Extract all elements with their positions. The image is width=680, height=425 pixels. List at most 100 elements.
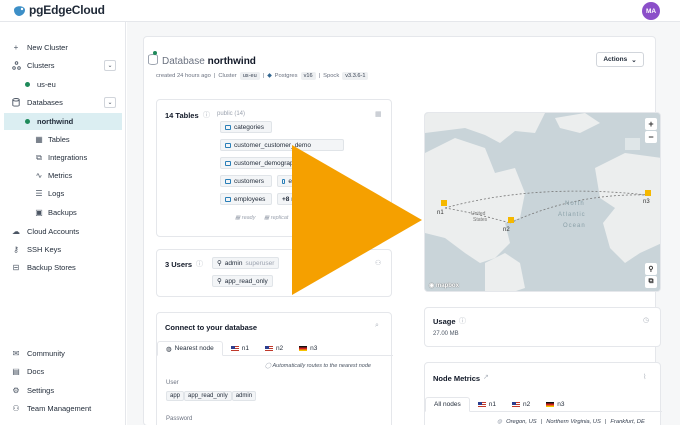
map-node-label: n2 — [503, 227, 510, 233]
node-metrics-card: Node Metrics ↗ ⌇ All nodes n1 n2 n3 ◍ Or… — [424, 362, 662, 425]
info-icon[interactable]: ⓘ — [459, 316, 466, 326]
link-icon[interactable]: ⌕ — [375, 322, 379, 330]
sidebar-item-cloud-accounts[interactable]: ☁ Cloud Accounts — [0, 223, 126, 240]
sidebar-item-settings[interactable]: ⚙ Settings — [0, 382, 126, 399]
user-avatar[interactable]: MA — [642, 2, 660, 20]
sidebar-item-ssh-keys[interactable]: ⚷ SSH Keys — [0, 241, 126, 258]
key-icon: ⚷ — [13, 245, 19, 254]
table-icon — [282, 178, 286, 184]
user-option[interactable]: admin — [231, 391, 257, 401]
play-icon[interactable] — [292, 145, 422, 295]
routing-note: ◯ Automatically routes to the nearest no… — [265, 363, 371, 369]
map-node-label: n3 — [643, 199, 650, 205]
brand-logo[interactable]: pgEdgeCloud — [12, 3, 105, 17]
sidebar-item-label: northwind — [37, 117, 74, 126]
map-label: North — [565, 201, 585, 207]
user-name: admin — [224, 259, 243, 267]
table-chip[interactable]: customer_demograp — [220, 157, 300, 169]
sidebar-item-clusters[interactable]: Clusters ⌄ — [0, 57, 126, 74]
map-node-label: n1 — [437, 210, 444, 216]
metrics-tabs: All nodes n1 n2 n3 — [425, 397, 662, 412]
world-map — [425, 113, 660, 291]
title-prefix: Database — [162, 56, 205, 67]
chevron-down-icon[interactable]: ⌄ — [104, 60, 116, 71]
zoom-out-button[interactable]: − — [645, 131, 657, 143]
sidebar-item-northwind[interactable]: northwind — [4, 113, 122, 130]
cluster-chip[interactable]: us-eu — [239, 72, 260, 80]
de-flag-icon — [299, 345, 308, 351]
tab-n3[interactable]: n3 — [538, 397, 573, 412]
table-icon — [225, 196, 231, 202]
info-icon[interactable]: ⓘ — [196, 259, 203, 269]
brand-name: pgEdgeCloud — [29, 3, 105, 17]
cloud-icon: ☁ — [12, 227, 20, 236]
table-name: customers — [234, 177, 264, 185]
clusters-icon — [11, 61, 21, 71]
user-icon: ⚲ — [217, 260, 222, 267]
chart-icon[interactable]: ⌇ — [643, 373, 646, 381]
actions-label: Actions — [603, 56, 628, 63]
table-icon — [225, 160, 231, 166]
info-icon[interactable]: ⓘ — [203, 110, 210, 120]
user-option[interactable]: app_read_only — [184, 391, 232, 401]
sidebar-item-label: Metrics — [48, 171, 73, 180]
tab-n3[interactable]: n3 — [291, 341, 326, 356]
sidebar-item-backups[interactable]: ▣ Backups — [0, 204, 126, 221]
table-icon — [225, 178, 231, 184]
sidebar-item-label: Community — [27, 349, 65, 358]
tab-n1[interactable]: n1 — [469, 397, 504, 412]
sidebar-item-new-cluster[interactable]: + New Cluster — [0, 39, 126, 56]
external-link-icon[interactable]: ↗ — [483, 373, 489, 381]
zoom-in-button[interactable]: + — [645, 118, 657, 130]
sidebar-item-tables[interactable]: ▦ Tables — [0, 131, 126, 148]
table-chip[interactable]: categories — [220, 121, 272, 133]
actions-button[interactable]: Actions ⌄ — [596, 52, 644, 67]
sidebar-item-integrations[interactable]: ⧉ Integrations — [0, 149, 126, 166]
connect-tabs: ◍ Nearest node n1 n2 n3 — [157, 341, 393, 356]
table-name: categories — [234, 123, 264, 131]
schema-label: public (14) — [217, 111, 246, 117]
sidebar-item-docs[interactable]: ▤ Docs — [0, 363, 126, 380]
globe-icon: ◍ — [497, 419, 503, 425]
table-icon[interactable]: ▦ — [375, 110, 382, 118]
sidebar-item-community[interactable]: ✉ Community — [0, 345, 126, 362]
user-chip[interactable]: ⚲ admin superuser — [212, 257, 280, 269]
user-chip[interactable]: ⚲ app_read_only — [212, 275, 273, 287]
clock-icon[interactable]: ◷ — [643, 316, 649, 324]
table-chip[interactable]: employees — [220, 193, 272, 205]
spock-version: v3.3.6-1 — [342, 72, 369, 80]
region-label: Northern Virginia, US — [546, 419, 601, 425]
database-meta: created 24 hours ago | Cluster us-eu | ◆… — [156, 72, 369, 80]
sidebar-item-label: Backup Stores — [27, 263, 76, 272]
separator: | — [604, 419, 607, 425]
user-option[interactable]: app — [166, 391, 185, 401]
sidebar-item-logs[interactable]: ☰ Logs — [0, 185, 126, 202]
sidebar-item-team-management[interactable]: ⚇ Team Management — [0, 400, 126, 417]
tab-nearest-node[interactable]: ◍ Nearest node — [157, 341, 223, 356]
postgres-label: Postgres — [274, 73, 298, 79]
tab-all-nodes[interactable]: All nodes — [425, 397, 470, 412]
sidebar-item-label: Backups — [48, 208, 77, 217]
sidebar-item-label: Databases — [27, 98, 63, 107]
sidebar-item-cluster-us-eu[interactable]: us-eu — [0, 76, 126, 93]
cluster-map[interactable]: n1 n2 n3 United States North Atlantic Oc… — [424, 112, 661, 292]
tab-label: n2 — [275, 344, 284, 352]
chevron-down-icon[interactable]: ⌄ — [104, 97, 116, 108]
plus-icon: + — [13, 43, 19, 52]
table-chip[interactable]: customers — [220, 175, 272, 187]
sidebar-item-metrics[interactable]: ∿ Metrics — [0, 167, 126, 184]
toggle-icon[interactable]: ◯ — [265, 363, 271, 369]
map-layers-icon[interactable]: ⧉ — [645, 276, 657, 288]
region-list: ◍ Oregon, US | Northern Virginia, US | F… — [497, 419, 645, 425]
team-icon: ⚇ — [12, 404, 20, 413]
tab-label: n1 — [488, 400, 496, 408]
tab-n1[interactable]: n1 — [222, 341, 257, 356]
tab-n2[interactable]: n2 — [503, 397, 539, 412]
location-icon[interactable]: ⚲ — [645, 263, 657, 275]
sidebar-item-databases[interactable]: Databases ⌄ — [0, 94, 126, 111]
mapbox-logo[interactable]: ◉ mapbox — [429, 282, 459, 289]
tab-n2[interactable]: n2 — [256, 341, 292, 356]
tab-spacer — [572, 397, 662, 412]
user-select[interactable]: app app_read_only admin — [166, 391, 257, 401]
sidebar-item-backup-stores[interactable]: ⊟ Backup Stores — [0, 259, 126, 276]
